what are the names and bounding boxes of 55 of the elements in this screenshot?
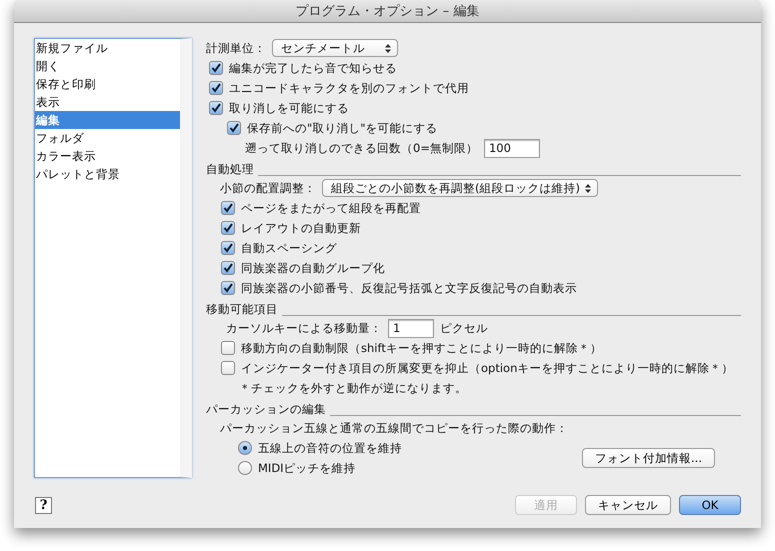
list-item[interactable]: 新規ファイル xyxy=(35,39,180,57)
checkbox[interactable] xyxy=(209,101,223,115)
note-text: ＊チェックを外すと動作が逆になります。 xyxy=(239,380,467,396)
checkbox-label: ユニコードキャラクタを別のフォントで代用 xyxy=(229,80,469,96)
checkbox[interactable] xyxy=(221,361,235,375)
checkbox[interactable] xyxy=(227,121,241,135)
checkbox[interactable] xyxy=(221,261,235,275)
list-item[interactable]: 表示 xyxy=(35,93,180,111)
dialog-button[interactable]: OK xyxy=(679,495,741,515)
checkbox[interactable] xyxy=(221,241,235,255)
undo-levels-field[interactable]: 100 xyxy=(484,138,540,158)
font-info-button[interactable]: フォント付加情報... xyxy=(582,448,715,468)
checkbox-label: 同族楽器の小節番号、反復記号括弧と文字反復記号の自動表示 xyxy=(241,280,577,296)
updown-icon xyxy=(585,184,591,192)
checkbox[interactable] xyxy=(221,281,235,295)
placement-label: 小節の配置調整： xyxy=(220,180,316,196)
list-item[interactable]: パレットと背景 xyxy=(35,165,180,183)
list-item[interactable]: カラー表示 xyxy=(35,147,180,165)
checkbox[interactable] xyxy=(221,221,235,235)
unit-popup[interactable]: センチメートル xyxy=(272,39,398,57)
checkbox-label: レイアウトの自動更新 xyxy=(241,220,361,236)
list-item[interactable]: フォルダ xyxy=(35,129,180,147)
list-item[interactable]: 保存と印刷 xyxy=(35,75,180,93)
section-title: 移動可能項目 xyxy=(206,302,278,316)
radio-label: 五線上の音符の位置を維持 xyxy=(258,440,402,456)
checkbox[interactable] xyxy=(221,201,235,215)
dialog-button[interactable]: キャンセル xyxy=(585,495,671,515)
window-title: プログラム・オプション – 編集 xyxy=(296,3,480,20)
checkbox[interactable] xyxy=(221,341,235,355)
radio-button[interactable] xyxy=(238,461,252,475)
checkbox-label: 自動スペーシング xyxy=(241,240,337,256)
checkbox-label: インジケーター付き項目の所属変更を抑止（optionキーを押すことにより一時的に解除＊） xyxy=(241,360,734,376)
checkbox-label: 取り消しを可能にする xyxy=(229,100,349,116)
section-title: 自動処理 xyxy=(206,162,254,176)
cursor-step-label: カーソルキーによる移動量： xyxy=(226,320,382,336)
checkbox[interactable] xyxy=(209,61,223,75)
help-button[interactable]: ? xyxy=(35,496,52,514)
undo-levels-label: 遡って取り消しのできる回数（0=無制限） xyxy=(245,140,478,156)
copy-prompt: パーカッション五線と通常の五線間でコピーを行った際の動作： xyxy=(220,420,568,436)
list-item[interactable]: 編集 xyxy=(35,111,180,129)
placement-popup[interactable]: 組段ごとの小節数を再調整(組段ロックは維持) xyxy=(322,179,598,197)
checkbox-label: 移動方向の自動制限（shiftキーを押すことにより一時的に解除＊） xyxy=(241,340,602,356)
checkbox-label: 保存前への"取り消し"を可能にする xyxy=(247,120,438,136)
cursor-step-field[interactable]: 1 xyxy=(388,318,434,338)
checkbox-label: 編集が完了したら音で知らせる xyxy=(229,60,397,76)
list-item[interactable]: 開く xyxy=(35,57,180,75)
section-title: パーカッションの編集 xyxy=(206,402,326,416)
unit-label: 計測単位： xyxy=(206,40,266,56)
checkbox-label: 同族楽器の自動グループ化 xyxy=(241,260,385,276)
checkbox-label: ページをまたがって組段を再配置 xyxy=(241,200,421,216)
radio-button[interactable] xyxy=(238,441,252,455)
updown-icon xyxy=(385,44,391,52)
radio-label: MIDIピッチを維持 xyxy=(258,460,356,476)
checkbox[interactable] xyxy=(209,81,223,95)
unit-text: ピクセル xyxy=(440,320,488,336)
